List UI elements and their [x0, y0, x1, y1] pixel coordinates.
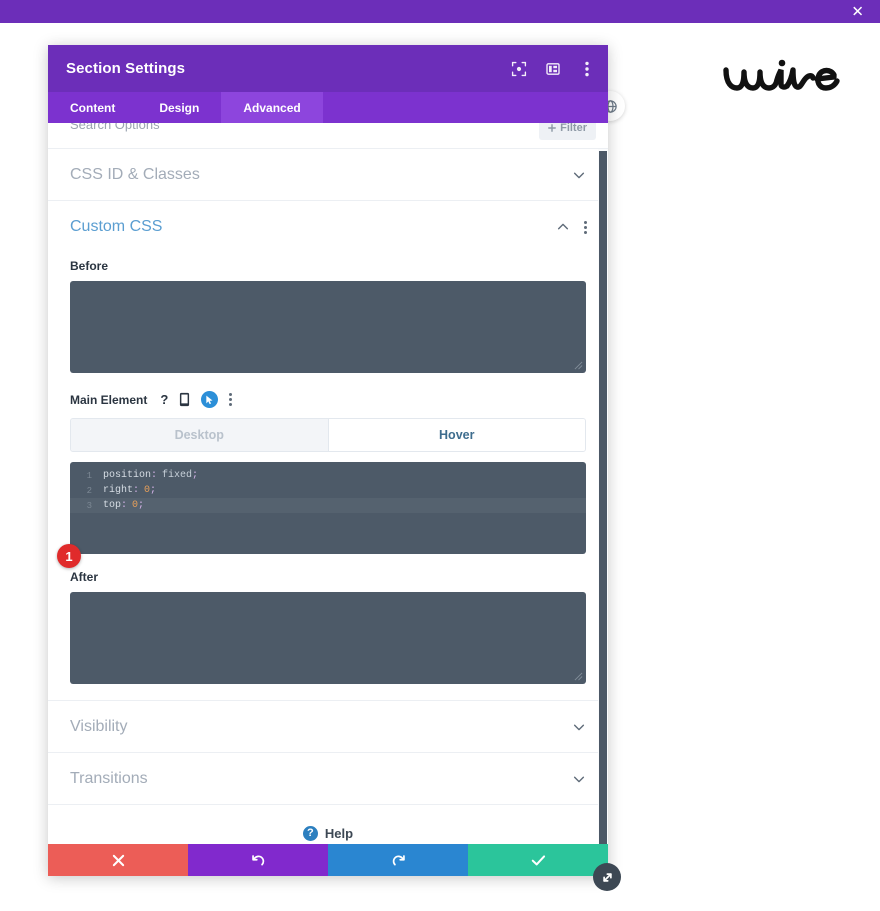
custom-css-more-icon[interactable] — [584, 220, 588, 234]
code-line[interactable]: 1 position : fixed ; — [70, 468, 586, 483]
line-number: 2 — [86, 485, 92, 496]
line-number: 1 — [86, 470, 92, 481]
search-options-row: Search Options Filter — [48, 123, 608, 149]
tab-design[interactable]: Design — [137, 92, 221, 123]
css-semicolon: ; — [150, 485, 157, 496]
section-custom-css: Custom CSS Before Main Element ? Desktop… — [48, 201, 608, 701]
css-colon: : — [133, 485, 140, 496]
filter-button[interactable]: Filter — [539, 123, 596, 140]
redo-button[interactable] — [328, 844, 468, 876]
header-icon-group — [510, 45, 596, 92]
modal-header: Section Settings — [48, 45, 608, 92]
redo-arrow-icon — [392, 854, 405, 865]
css-property: right — [103, 485, 134, 496]
screen: ✕ Section Settings Content Design Advanc… — [0, 0, 880, 911]
resize-grip-icon — [574, 672, 583, 681]
close-icon[interactable]: ✕ — [851, 4, 864, 19]
chevron-down-icon — [572, 168, 586, 182]
css-value: fixed — [162, 470, 193, 481]
section-label: CSS ID & Classes — [70, 165, 200, 183]
custom-css-body: Before Main Element ? Desktop Hover 1 po… — [48, 259, 608, 700]
tab-content[interactable]: Content — [48, 92, 137, 123]
css-semicolon: ; — [138, 500, 145, 511]
chevron-up-icon[interactable] — [556, 220, 570, 234]
check-icon — [531, 854, 545, 865]
tab-advanced[interactable]: Advanced — [221, 92, 323, 123]
filter-label: Filter — [560, 123, 587, 134]
step-badge-1: 1 — [57, 544, 81, 568]
plus-icon — [548, 124, 557, 132]
before-field-label: Before — [70, 259, 109, 273]
undo-arrow-icon — [251, 854, 264, 865]
section-label: Visibility — [70, 717, 128, 735]
css-property: top — [103, 500, 122, 511]
layout-panel-icon[interactable] — [544, 60, 562, 78]
resize-grip-icon — [574, 361, 583, 370]
help-label: Help — [324, 825, 354, 841]
help-circle-icon: ? — [302, 825, 318, 841]
after-code-input[interactable] — [70, 592, 586, 684]
page-title: Section Settings — [66, 60, 186, 77]
save-button[interactable] — [468, 844, 608, 876]
state-tab-hover[interactable]: Hover — [327, 419, 585, 451]
section-label: Transitions — [70, 769, 148, 787]
diagonal-resize-icon — [602, 872, 612, 882]
custom-css-header[interactable]: Custom CSS — [48, 201, 608, 253]
undo-button[interactable] — [188, 844, 328, 876]
section-settings-modal: Section Settings Content Design Advanced… — [48, 45, 608, 876]
wire-logo — [718, 56, 848, 102]
help-row[interactable]: ? Help — [48, 805, 608, 844]
line-number: 3 — [86, 500, 92, 511]
code-line-active[interactable]: 3 top : 0 ; — [70, 498, 586, 513]
css-semicolon: ; — [192, 470, 199, 481]
scrollbar-thumb[interactable] — [599, 151, 607, 844]
css-property: position — [103, 470, 152, 481]
mobile-device-icon[interactable] — [179, 392, 190, 407]
section-visibility[interactable]: Visibility — [48, 701, 608, 753]
code-line[interactable]: 2 right : 0 ; — [70, 483, 586, 498]
search-input[interactable]: Search Options — [70, 123, 160, 132]
scrollbar-track[interactable] — [598, 149, 608, 844]
css-colon: : — [121, 500, 128, 511]
section-css-id-classes[interactable]: CSS ID & Classes — [48, 149, 608, 201]
focus-target-icon[interactable] — [510, 60, 528, 78]
main-element-row: Main Element ? — [70, 391, 586, 408]
state-toggle: Desktop Hover — [70, 418, 586, 452]
main-element-more-icon[interactable] — [229, 393, 233, 406]
section-transitions[interactable]: Transitions — [48, 753, 608, 805]
help-question-icon[interactable]: ? — [160, 392, 168, 407]
top-admin-bar: ✕ — [0, 0, 880, 23]
before-code-input[interactable] — [70, 281, 586, 373]
main-element-label: Main Element — [70, 392, 148, 407]
custom-css-title: Custom CSS — [70, 218, 163, 235]
tab-bar: Content Design Advanced — [48, 92, 608, 123]
settings-scroll-body: CSS ID & Classes Custom CSS Before Main … — [48, 149, 608, 844]
css-colon: : — [151, 470, 158, 481]
state-tab-desktop[interactable]: Desktop — [71, 419, 328, 451]
close-x-icon — [112, 854, 124, 866]
more-vertical-icon[interactable] — [578, 60, 596, 78]
main-element-code-editor[interactable]: 1 position : fixed ; 2 right : 0 ; 3 top… — [70, 462, 586, 554]
hover-state-icon[interactable] — [201, 391, 219, 408]
chevron-down-icon — [572, 720, 586, 734]
cancel-button[interactable] — [48, 844, 188, 876]
modal-action-bar — [48, 844, 608, 876]
modal-resize-handle[interactable] — [593, 863, 621, 891]
chevron-down-icon — [572, 772, 586, 786]
after-field-label: After — [70, 570, 99, 584]
